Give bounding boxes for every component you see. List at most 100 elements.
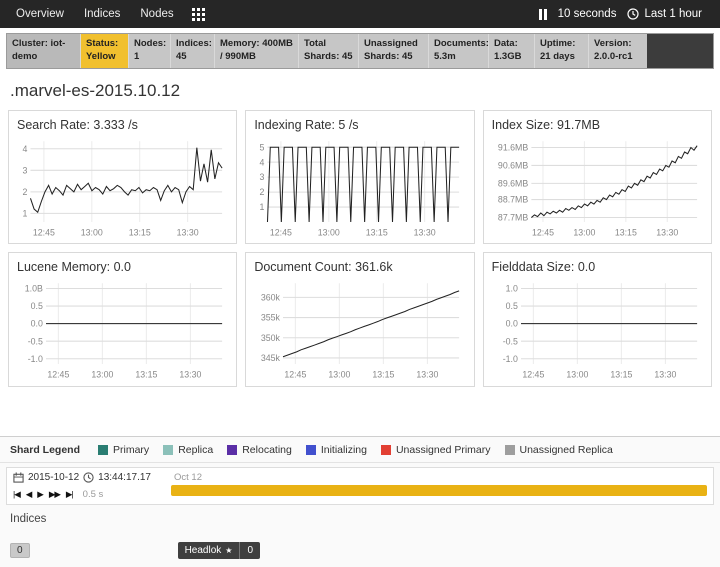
svg-text:13:15: 13:15: [373, 370, 395, 380]
cluster-nodes-cell: Nodes: 1: [129, 34, 171, 68]
shard-activity-section: Shard Legend Primary Replica Relocating …: [0, 436, 720, 567]
grid-icon-glyph: [192, 8, 205, 21]
cluster-bar-handle: [647, 34, 713, 68]
unassigned-primary-swatch: [381, 445, 391, 455]
initializing-swatch: [306, 445, 316, 455]
timeline-date[interactable]: 2015-10-12: [28, 472, 79, 483]
svg-text:13:15: 13:15: [610, 370, 632, 380]
cluster-name-cell: Cluster: iot-demo: [7, 34, 81, 68]
legend-label: Unassigned Primary: [396, 444, 491, 456]
cluster-version-cell: Version: 2.0.0-rc1: [589, 34, 647, 68]
skip-to-end-button[interactable]: ▶|: [66, 489, 73, 500]
svg-text:0.0: 0.0: [31, 319, 43, 329]
index-badge[interactable]: Headlok ★ 0: [178, 542, 260, 559]
unassigned-replica-swatch: [505, 445, 515, 455]
legend-label: Unassigned Replica: [520, 444, 613, 456]
svg-text:13:30: 13:30: [414, 227, 436, 237]
cluster-uptime-cell: Uptime: 21 days: [535, 34, 589, 68]
cluster-total-shards-cell: Total Shards: 45: [299, 34, 359, 68]
document-count-chart: 12:4513:0013:1513:30345k350k355k360k: [254, 277, 465, 383]
svg-text:2: 2: [260, 187, 265, 197]
legend-label: Initializing: [321, 444, 367, 456]
search-rate-chart: 12:4513:0013:1513:301234: [17, 135, 228, 241]
play-button[interactable]: ▶: [37, 489, 43, 500]
svg-text:1: 1: [22, 208, 27, 218]
svg-text:1.0: 1.0: [505, 284, 517, 294]
svg-text:-1.0: -1.0: [502, 354, 517, 364]
fast-forward-button[interactable]: ▶▶: [49, 489, 60, 500]
replica-swatch: [163, 445, 173, 455]
cluster-status-cell: Status: Yellow: [81, 34, 129, 68]
cluster-unassigned-shards-cell: Unassigned Shards: 45: [359, 34, 429, 68]
svg-text:13:00: 13:00: [91, 370, 113, 380]
chart-panel-lucene-memory: Lucene Memory: 0.0 12:4513:0013:1513:30-…: [8, 252, 237, 387]
apps-grid-icon[interactable]: [192, 8, 205, 21]
chart-panel-search-rate: Search Rate: 3.333 /s 12:4513:0013:1513:…: [8, 110, 237, 245]
lucene-memory-title: Lucene Memory: 0.0: [17, 260, 228, 274]
time-range-control[interactable]: Last 1 hour: [623, 8, 706, 20]
pause-refresh-button[interactable]: [535, 9, 551, 20]
timeline-datetime: 2015-10-12 13:44:17.17: [13, 472, 163, 483]
calendar-icon: [13, 472, 24, 483]
svg-text:355k: 355k: [261, 313, 281, 323]
cluster-memory-cell: Memory: 400MB / 990MB: [215, 34, 299, 68]
svg-text:345k: 345k: [261, 353, 281, 363]
timeline-left-controls: 2015-10-12 13:44:17.17 |◀ ◀ ▶ ▶▶ ▶| 0.5 …: [13, 472, 163, 500]
document-count-title: Document Count: 361.6k: [254, 260, 465, 274]
indices-section-title: Indices: [10, 513, 710, 525]
relocating-swatch: [227, 445, 237, 455]
charts-grid: Search Rate: 3.333 /s 12:4513:0013:1513:…: [8, 110, 712, 387]
legend-item-unassigned-primary: Unassigned Primary: [381, 444, 491, 456]
svg-text:13:15: 13:15: [129, 227, 151, 237]
step-back-button[interactable]: ◀: [26, 489, 32, 500]
index-size-title: Index Size: 91.7MB: [492, 118, 703, 132]
svg-text:0.0: 0.0: [505, 319, 517, 329]
svg-text:13:30: 13:30: [656, 227, 678, 237]
timeline-range-label: Oct 12: [174, 472, 707, 483]
svg-text:13:00: 13:00: [329, 370, 351, 380]
legend-item-unassigned-replica: Unassigned Replica: [505, 444, 613, 456]
svg-text:350k: 350k: [261, 333, 281, 343]
legend-label: Primary: [113, 444, 149, 456]
svg-text:2: 2: [22, 187, 27, 197]
svg-text:91.6MB: 91.6MB: [498, 142, 528, 152]
index-badge-name-wrap: Headlok ★: [178, 542, 240, 559]
svg-text:12:45: 12:45: [47, 370, 69, 380]
svg-text:4: 4: [22, 143, 27, 153]
legend-item-primary: Primary: [98, 444, 149, 456]
tab-indices[interactable]: Indices: [74, 1, 130, 27]
refresh-interval-label[interactable]: 10 seconds: [558, 8, 617, 20]
svg-text:13:15: 13:15: [366, 227, 388, 237]
primary-swatch: [98, 445, 108, 455]
chart-panel-index-size: Index Size: 91.7MB 12:4513:0013:1513:308…: [483, 110, 712, 245]
svg-text:12:45: 12:45: [270, 227, 292, 237]
legend-item-relocating: Relocating: [227, 444, 292, 456]
svg-text:87.7MB: 87.7MB: [498, 212, 528, 222]
svg-text:12:45: 12:45: [522, 370, 544, 380]
timeline-progress-bar[interactable]: [171, 485, 707, 496]
playback-controls: |◀ ◀ ▶ ▶▶ ▶| 0.5 s: [13, 489, 163, 500]
svg-text:13:00: 13:00: [566, 370, 588, 380]
fielddata-size-chart: 12:4513:0013:1513:30-1.0-0.50.00.51.0: [492, 277, 703, 383]
skip-to-start-button[interactable]: |◀: [13, 489, 20, 500]
shard-count-box[interactable]: 0: [10, 543, 30, 558]
pause-icon: [539, 9, 547, 20]
svg-text:13:30: 13:30: [177, 227, 199, 237]
time-range-label: Last 1 hour: [644, 8, 702, 20]
svg-text:88.7MB: 88.7MB: [498, 194, 528, 204]
tab-nodes[interactable]: Nodes: [130, 1, 183, 27]
tab-overview[interactable]: Overview: [6, 1, 74, 27]
svg-text:-0.5: -0.5: [502, 337, 517, 347]
svg-text:5: 5: [260, 142, 265, 152]
cluster-data-cell: Data: 1.3GB: [489, 34, 535, 68]
chart-panel-indexing-rate: Indexing Rate: 5 /s 12:4513:0013:1513:30…: [245, 110, 474, 245]
navbar-right-controls: 10 seconds Last 1 hour: [535, 8, 714, 20]
index-size-chart: 12:4513:0013:1513:3087.7MB88.7MB89.6MB90…: [492, 135, 703, 241]
timeline-time[interactable]: 13:44:17.17: [98, 472, 151, 483]
lucene-memory-chart: 12:4513:0013:1513:30-1.0-0.50.00.51.0B: [17, 277, 228, 383]
svg-text:12:45: 12:45: [532, 227, 554, 237]
fielddata-size-title: Fielddata Size: 0.0: [492, 260, 703, 274]
top-navbar: Overview Indices Nodes 10 seconds: [0, 0, 720, 28]
indexing-rate-title: Indexing Rate: 5 /s: [254, 118, 465, 132]
clock-icon: [627, 8, 639, 20]
